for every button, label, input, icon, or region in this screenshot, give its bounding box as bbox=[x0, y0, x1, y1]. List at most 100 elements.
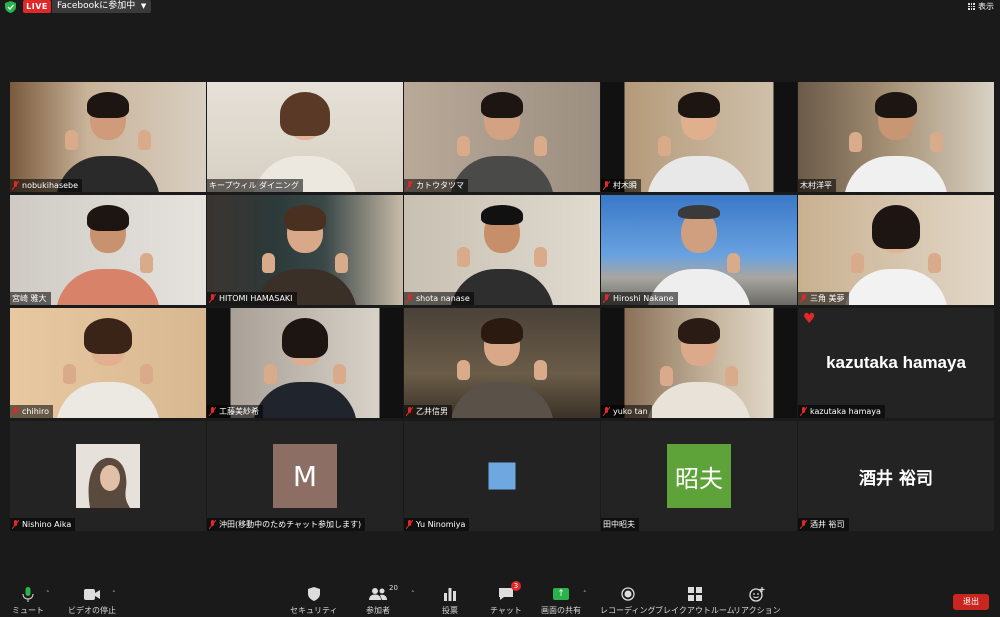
stop-video-button-label: ビデオの停止 bbox=[68, 606, 116, 615]
participant-name-tag: 木村洋平 bbox=[798, 179, 836, 192]
mic-muted-icon bbox=[800, 520, 807, 529]
live-badge: LIVE bbox=[23, 0, 51, 13]
participant-video bbox=[10, 308, 206, 418]
participant-name-tag: 沖田(移動中のためチャット参加します) bbox=[207, 518, 366, 531]
share-screen-button[interactable]: ↑ 画面の共有 bbox=[541, 586, 581, 617]
mic-muted-icon bbox=[12, 181, 19, 190]
participant-tile[interactable]: nobukihasebe bbox=[10, 82, 206, 192]
mic-muted-icon bbox=[209, 520, 216, 529]
participant-name-tag: Hiroshi Nakane bbox=[601, 292, 678, 305]
leave-meeting-button[interactable]: 退出 bbox=[953, 594, 989, 610]
facebook-live-status[interactable]: Facebookに参加中 ▼ bbox=[52, 0, 152, 13]
reactions-button[interactable]: リアクション bbox=[733, 586, 781, 617]
participant-video bbox=[10, 195, 206, 305]
participant-tile[interactable]: ♥ kazutaka hamaya kazutaka hamaya bbox=[798, 308, 994, 418]
participant-name: 沖田(移動中のためチャット参加します) bbox=[219, 520, 362, 529]
shield-check-icon[interactable] bbox=[5, 1, 16, 13]
participant-video bbox=[798, 195, 994, 305]
participant-tile[interactable]: shota nanase bbox=[404, 195, 600, 305]
participant-name: 工藤美紗希 bbox=[219, 407, 259, 416]
participant-name-tag: kazutaka hamaya bbox=[798, 405, 885, 418]
participant-name-tag: 村木瞬 bbox=[601, 179, 641, 192]
participant-name-tag: 工藤美紗希 bbox=[207, 405, 263, 418]
participant-video bbox=[207, 82, 403, 192]
share-screen-button-label: 画面の共有 bbox=[541, 606, 581, 615]
participant-tile[interactable]: 村木瞬 bbox=[601, 82, 797, 192]
participant-name-tag: shota nanase bbox=[404, 292, 474, 305]
caret-up-icon[interactable]: ˄ bbox=[583, 590, 587, 598]
gallery-view: nobukihasebe キープウィル ダイニング カトウタツマ 村木瞬 木村洋… bbox=[10, 82, 994, 531]
participant-name: Hiroshi Nakane bbox=[613, 294, 674, 303]
participant-video bbox=[10, 82, 206, 192]
chat-button-label: チャット bbox=[490, 606, 522, 615]
participant-video bbox=[601, 82, 797, 192]
participant-name: キープウィル ダイニング bbox=[209, 181, 300, 190]
participant-name: Yu Ninomiya bbox=[416, 520, 466, 529]
caret-up-icon[interactable]: ˄ bbox=[46, 590, 50, 598]
polls-button[interactable]: 投票 bbox=[441, 586, 459, 617]
participant-name: Nishino Aika bbox=[22, 520, 72, 529]
security-button[interactable]: セキュリティ bbox=[290, 586, 338, 617]
participant-name-tag: chihiro bbox=[10, 405, 53, 418]
participant-tile[interactable]: 昭夫 田中昭夫 bbox=[601, 421, 797, 531]
view-button[interactable]: 表示 bbox=[968, 0, 994, 13]
record-button[interactable]: レコーディング bbox=[600, 586, 655, 617]
mic-muted-icon bbox=[800, 294, 807, 303]
meeting-top-bar: LIVE Facebookに参加中 ▼ 表示 bbox=[0, 0, 1000, 14]
participant-tile[interactable]: 酒井 裕司 酒井 裕司 bbox=[798, 421, 994, 531]
participant-video bbox=[404, 82, 600, 192]
caret-up-icon[interactable]: ˄ bbox=[411, 590, 415, 598]
participant-tile[interactable]: chihiro bbox=[10, 308, 206, 418]
participant-name-tag: yuko tan bbox=[601, 405, 652, 418]
participant-name-tag: Nishino Aika bbox=[10, 518, 76, 531]
participant-tile[interactable]: 工藤美紗希 bbox=[207, 308, 403, 418]
participant-tile-active-speaker[interactable]: キープウィル ダイニング bbox=[207, 82, 403, 192]
participant-name: 三角 美夢 bbox=[810, 294, 845, 303]
participant-tile[interactable]: M 沖田(移動中のためチャット参加します) bbox=[207, 421, 403, 531]
participant-tile[interactable]: HITOMI HAMASAKI bbox=[207, 195, 403, 305]
participant-tile[interactable]: 三角 美夢 bbox=[798, 195, 994, 305]
participant-name: yuko tan bbox=[613, 407, 648, 416]
participant-tile[interactable]: Hiroshi Nakane bbox=[601, 195, 797, 305]
mic-muted-icon bbox=[603, 294, 610, 303]
share-screen-icon: ↑ bbox=[553, 588, 569, 600]
record-icon bbox=[621, 587, 635, 601]
bar-chart-icon bbox=[444, 588, 456, 601]
reactions-button-label: リアクション bbox=[733, 606, 781, 615]
participant-tile[interactable]: Nishino Aika bbox=[10, 421, 206, 531]
participant-name-tag: カトウタツマ bbox=[404, 179, 468, 192]
participant-video bbox=[601, 195, 797, 305]
participant-tile[interactable]: Yu Ninomiya bbox=[404, 421, 600, 531]
participant-name: shota nanase bbox=[416, 294, 470, 303]
stop-video-button[interactable]: ビデオの停止 bbox=[68, 586, 116, 617]
mic-muted-icon bbox=[603, 181, 610, 190]
breakout-rooms-button[interactable]: ブレイクアウトルーム bbox=[655, 586, 735, 617]
participant-tile[interactable]: 宮崎 雅大 bbox=[10, 195, 206, 305]
participants-count: 20 bbox=[389, 584, 398, 592]
caret-down-icon: ▼ bbox=[140, 2, 147, 10]
participant-tile[interactable]: 乙井信男 bbox=[404, 308, 600, 418]
participant-tile[interactable]: 木村洋平 bbox=[798, 82, 994, 192]
participant-name-tag: nobukihasebe bbox=[10, 179, 83, 192]
participant-name-tag: Yu Ninomiya bbox=[404, 518, 470, 531]
caret-up-icon[interactable]: ˄ bbox=[112, 590, 116, 598]
participant-tile[interactable]: yuko tan bbox=[601, 308, 797, 418]
participant-name: 乙井信男 bbox=[416, 407, 448, 416]
participants-button[interactable]: 20 参加者 bbox=[366, 584, 398, 617]
participants-icon bbox=[369, 588, 387, 600]
chat-button[interactable]: 3 チャット bbox=[490, 581, 522, 617]
kanji-avatar: 昭夫 bbox=[667, 444, 731, 508]
participant-name-tag: 酒井 裕司 bbox=[798, 518, 849, 531]
participant-tile[interactable]: カトウタツマ bbox=[404, 82, 600, 192]
blue-square-avatar bbox=[488, 462, 516, 490]
breakout-rooms-button-label: ブレイクアウトルーム bbox=[655, 606, 735, 615]
mic-muted-icon bbox=[603, 407, 610, 416]
mic-muted-icon bbox=[12, 407, 19, 416]
shield-icon bbox=[307, 587, 320, 601]
participant-name: nobukihasebe bbox=[22, 181, 79, 190]
participant-name: HITOMI HAMASAKI bbox=[219, 294, 293, 303]
mute-button[interactable]: ミュート bbox=[12, 586, 44, 617]
participant-name: 宮崎 雅大 bbox=[12, 294, 47, 303]
participant-name: カトウタツマ bbox=[416, 181, 464, 190]
participant-video bbox=[404, 195, 600, 305]
